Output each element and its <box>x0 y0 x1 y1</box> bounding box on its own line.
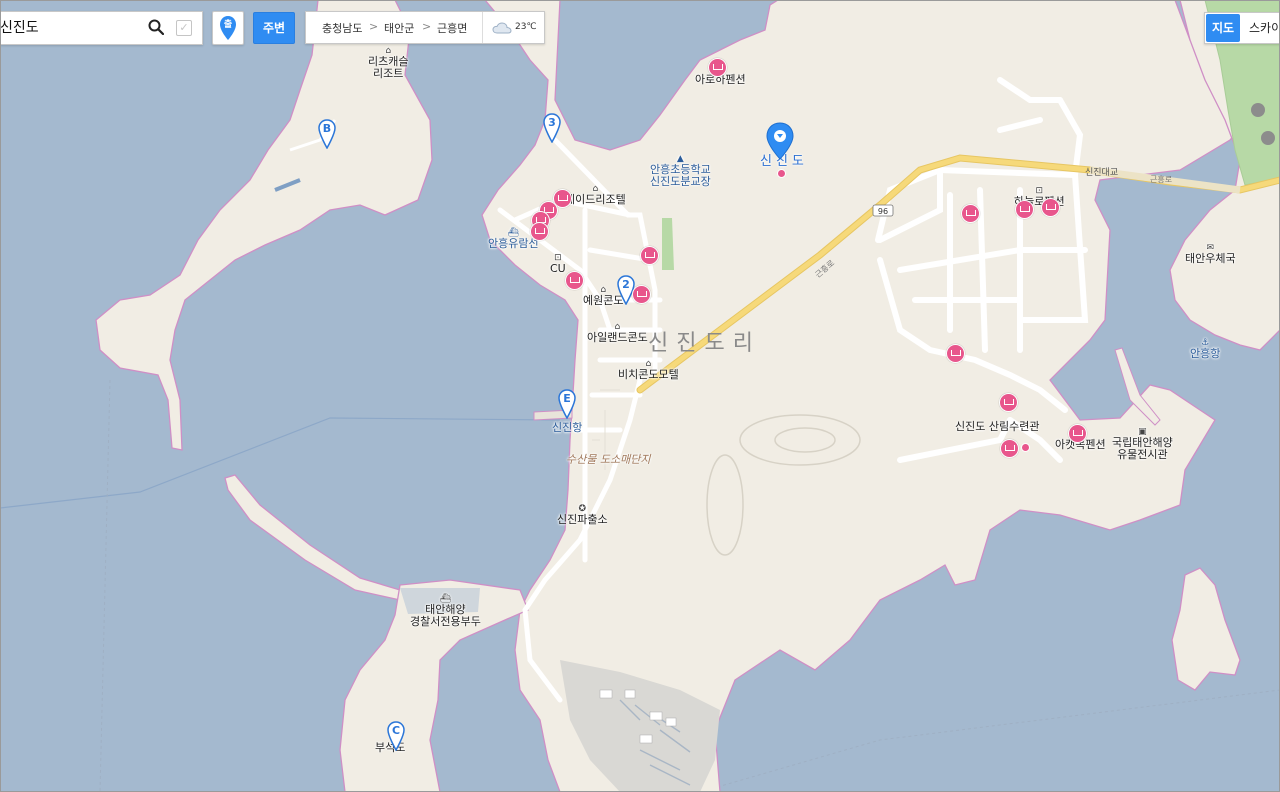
my-location-button[interactable]: 출 <box>212 11 244 45</box>
place-resort[interactable]: ⌂ 리츠캐슬 리조트 <box>368 46 408 80</box>
check-icon[interactable]: ✓ <box>176 20 192 36</box>
breadcrumb-divider <box>482 12 483 43</box>
hotel-marker[interactable] <box>961 204 980 223</box>
bridge-name-label: 신진대교 <box>1085 167 1118 178</box>
search-box: ✓ <box>0 11 203 45</box>
place-post-office[interactable]: ✉ 태안우체국 <box>1185 243 1236 265</box>
place-ahnheung-port[interactable]: ⚓ 안흥항 <box>1190 338 1220 360</box>
marker-3[interactable]: 3 <box>543 113 561 144</box>
place-cu[interactable]: ⊡ CU <box>550 253 566 275</box>
hotel-marker[interactable] <box>530 222 549 241</box>
main-place-dot <box>777 169 786 178</box>
hotel-marker[interactable] <box>1068 424 1087 443</box>
park-strip <box>662 218 674 270</box>
place-museum[interactable]: ▣ 국립태안해양 유물전시관 <box>1112 427 1173 461</box>
hotel-marker[interactable] <box>1015 200 1034 219</box>
hotel-marker[interactable] <box>999 393 1018 412</box>
hotel-marker[interactable] <box>708 58 727 77</box>
marker-3-label: 3 <box>548 116 556 129</box>
district-label: 신진도리 <box>648 331 761 356</box>
hotel-marker[interactable] <box>1000 439 1019 458</box>
marker-b[interactable]: B <box>318 119 336 150</box>
marker-c-label: C <box>391 724 401 737</box>
map-canvas[interactable]: 96 근흥로 근흥로 신진대교 <box>0 0 1280 792</box>
place-daydream[interactable]: ⌂ 데이드리조텔 <box>565 184 626 206</box>
search-input[interactable] <box>0 12 140 42</box>
chevron-right-icon: > <box>369 20 379 33</box>
marker-e-label: E <box>563 392 571 405</box>
road-name-label-2: 근흥로 <box>1150 174 1172 184</box>
marker-b-label: B <box>322 122 332 135</box>
golf-marker-2 <box>1261 131 1275 145</box>
breadcrumb-item-province[interactable]: 충청남도 <box>322 20 362 36</box>
place-island-condo[interactable]: ⌂ 아일랜드콘도 <box>587 322 648 344</box>
place-beach-motel[interactable]: ⌂ 비치콘도모텔 <box>618 359 679 381</box>
map-type-sky-button[interactable]: 스카이 <box>1249 13 1280 43</box>
map-type-switch: 지도 스카이 <box>1204 12 1280 44</box>
breadcrumb-item-county[interactable]: 태안군 <box>384 20 414 36</box>
cloud-icon <box>492 22 512 34</box>
route-shield-text: 96 <box>878 207 888 216</box>
place-dot <box>1021 443 1030 452</box>
nearby-button[interactable]: 주변 <box>253 12 295 44</box>
main-location-marker[interactable] <box>766 122 794 160</box>
map-type-map-button[interactable]: 지도 <box>1206 14 1240 42</box>
weather-temp: 23℃ <box>515 22 537 32</box>
place-coast-guard[interactable]: ⛴ 태안해양 경찰서전용부두 <box>410 594 481 628</box>
marker-e[interactable]: E <box>558 389 576 420</box>
breadcrumb: 충청남도 > 태안군 > 근흥면 23℃ <box>305 11 545 44</box>
hotel-marker[interactable] <box>632 285 651 304</box>
place-fish-complex[interactable]: 수산물 도소매단지 <box>566 454 650 466</box>
chevron-right-icon: > <box>422 20 432 33</box>
place-school[interactable]: ▲ 안흥초등학교 신진도분교장 <box>650 154 711 188</box>
place-forest-hall[interactable]: 신진도 산림수련관 <box>955 421 1039 433</box>
place-police[interactable]: ✪ 신진파출소 <box>557 504 608 526</box>
hotel-marker[interactable] <box>565 271 584 290</box>
search-icon[interactable] <box>148 19 164 35</box>
my-location-label: 출 <box>223 20 233 30</box>
breadcrumb-item-town[interactable]: 근흥면 <box>437 20 467 36</box>
place-sinjin-port[interactable]: 신진항 <box>552 422 582 434</box>
hotel-marker[interactable] <box>640 246 659 265</box>
hotel-marker[interactable] <box>946 344 965 363</box>
golf-marker-1 <box>1251 103 1265 117</box>
hotel-marker[interactable] <box>1041 198 1060 217</box>
marker-c[interactable]: C <box>387 721 405 752</box>
